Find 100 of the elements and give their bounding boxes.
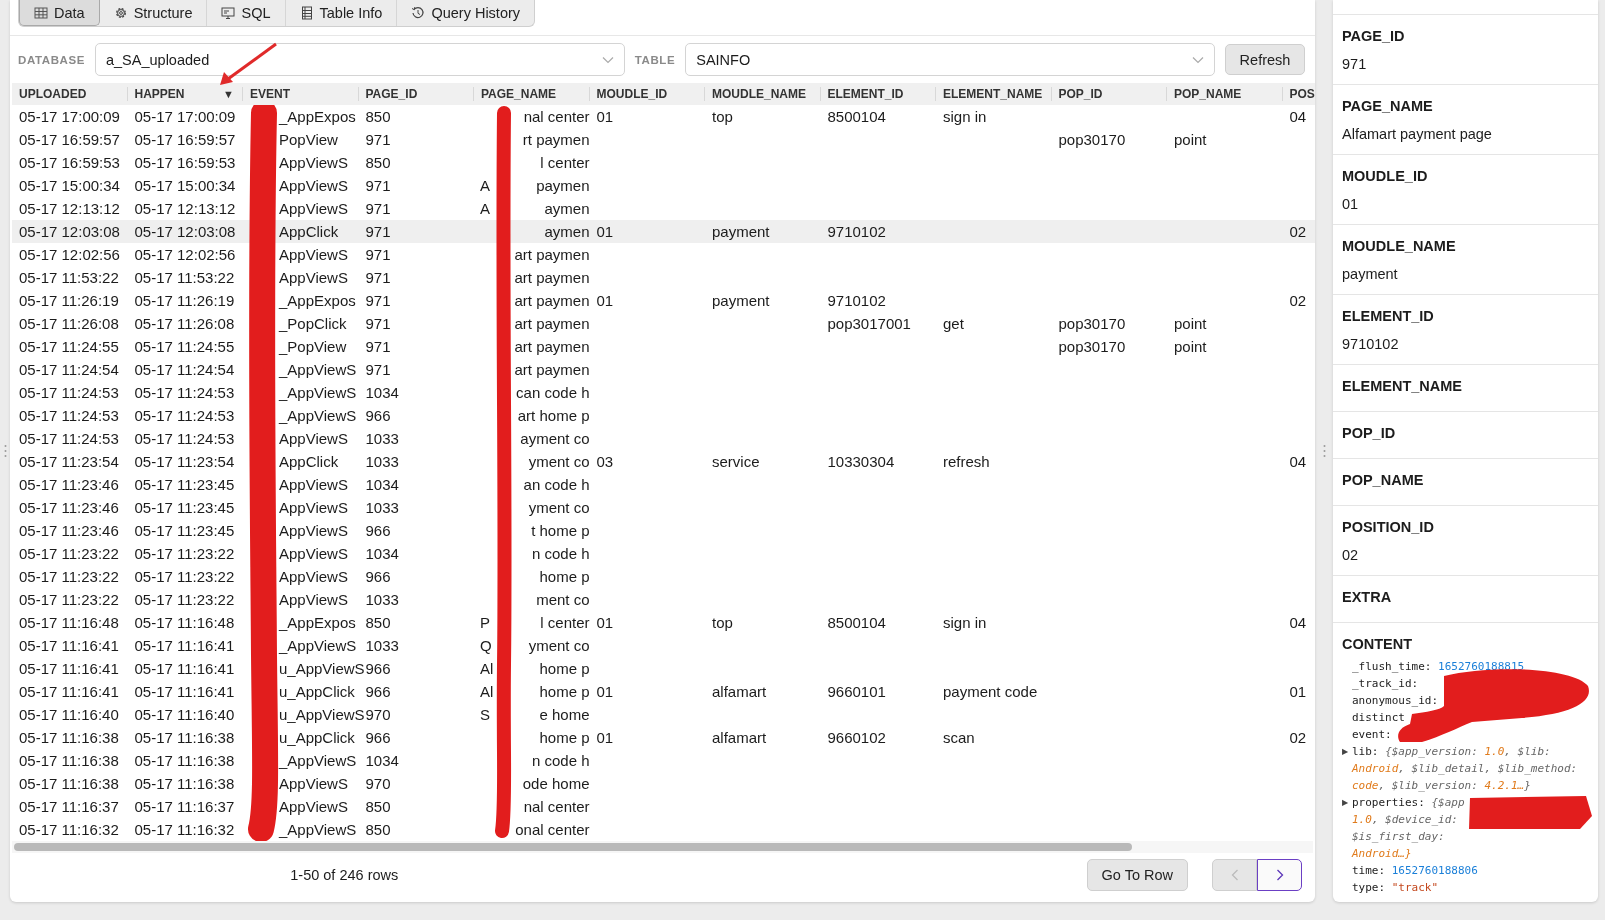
table-cell-text: 05-17 16:59:57 [133, 131, 236, 148]
table-cell-text: 05-17 11:16:32 [18, 821, 119, 838]
table-row[interactable]: 05-17 11:24:53 05-17 11:24:53 AppViewS 1033 ayment co [12, 427, 1315, 450]
table-cell-text: _AppExpos [277, 108, 356, 125]
table-cell-text: 05-17 11:16:38 [18, 752, 119, 769]
table-cell-text: 1033 [364, 637, 399, 654]
tab[interactable]: Query History [397, 0, 535, 26]
table-row[interactable]: 05-17 11:16:40 05-17 11:16:40 u_AppViewS970 S e home [12, 703, 1315, 726]
table-cell-text: 05-17 11:23:54 [133, 453, 235, 470]
code-line: _flush_time: 1652760188815 [1352, 660, 1525, 673]
table-row[interactable]: 05-17 16:59:57 05-17 16:59:57 PopView 971 rt paymen pop30170 point [12, 128, 1315, 151]
column-header[interactable]: HAPPEN [134, 87, 185, 101]
table-row[interactable]: 05-17 11:16:38 05-17 11:16:38 _AppViewS 1034 n code h [12, 749, 1315, 772]
column-header[interactable]: POP_ID [1051, 87, 1167, 101]
column-header[interactable]: ELEMENT_ID [820, 87, 936, 101]
table-row[interactable]: 05-17 12:13:12 05-17 12:13:12 AppViewS 971 A aymen [12, 197, 1315, 220]
column-header[interactable]: MOUDLE_ID [589, 87, 705, 101]
table-row[interactable]: 05-17 11:24:53 05-17 11:24:53 _AppViewS 1034 can code h [12, 381, 1315, 404]
table-row[interactable]: 05-17 11:16:38 05-17 11:16:38 AppViewS 970 ode home [12, 772, 1315, 795]
table-cell: home p [539, 660, 590, 677]
tab[interactable]: Table Info [285, 0, 398, 26]
table-row[interactable]: 05-17 12:03:08 05-17 12:03:08 AppClick 971 aymen 01 payment 9710102 02 [12, 220, 1315, 243]
chevron-down-icon [1192, 55, 1204, 64]
drag-handle-icon[interactable] [1322, 444, 1326, 458]
column-header[interactable]: POS [1282, 87, 1313, 101]
column-header[interactable]: PAGE_NAME [474, 87, 590, 101]
table-cell-text: 05-17 11:23:46 [18, 499, 119, 516]
table-row[interactable]: 05-17 11:23:22 05-17 11:23:22 AppViewS 1033 ment co [12, 588, 1315, 611]
column-header[interactable]: UPLOADED [12, 87, 128, 101]
table-cell-text: 02 [1288, 223, 1307, 240]
table-cell-text: service [711, 453, 760, 470]
table-cell-text: AppViewS [278, 154, 348, 171]
table-row[interactable]: 05-17 11:23:46 05-17 11:23:45 AppViewS 1033 yment co [12, 496, 1315, 519]
table-cell: yment co [528, 499, 590, 516]
column-header[interactable]: PAGE_ID [358, 87, 474, 101]
horizontal-scrollbar[interactable] [12, 841, 1313, 853]
drag-handle-icon[interactable] [3, 444, 7, 458]
table-row[interactable]: 05-17 17:00:09 05-17 17:00:09 _AppExpos 850 nal center 01 top 8500104 sign in 04 [12, 105, 1315, 128]
table-cell: nal center [523, 108, 590, 125]
table-row[interactable]: 05-17 11:24:55 05-17 11:24:55 _PopView 971 art paymen pop30170 point [12, 335, 1315, 358]
sort-indicator[interactable]: ▼ [223, 88, 242, 100]
table-row[interactable]: 05-17 11:26:19 05-17 11:26:19 _AppExpos 971 art paymen 01 payment 9710102 02 [12, 289, 1315, 312]
table-row[interactable]: 05-17 11:23:54 05-17 11:23:54 AppClick 1033 yment co 03 service 10330304 refresh 04 [12, 450, 1315, 473]
table-row[interactable]: 05-17 11:16:32 05-17 11:16:32 _AppViewS 850 onal center [12, 818, 1315, 841]
column-header[interactable]: EVENT [243, 87, 359, 101]
table-cell-text: 8500104 [826, 108, 886, 125]
table-cell-text: 05-17 11:23:54 [18, 453, 119, 470]
table-cell: A [480, 177, 490, 194]
table-cell-text: alfamart [711, 683, 767, 700]
table-row[interactable]: 05-17 11:26:08 05-17 11:26:08 _PopClick 971 art paymen pop3017001 get pop30170 point [12, 312, 1315, 335]
tab[interactable]: Data [19, 0, 100, 26]
table-row[interactable]: 05-17 11:53:22 05-17 11:53:22 AppViewS 971 art paymen [12, 266, 1315, 289]
table-row[interactable]: 05-17 11:16:41 05-17 11:16:41 u_AppClick 966 Al home p 01 alfamart 9660101 payment code 01 [12, 680, 1315, 703]
table-cell-text: 1033 [364, 499, 399, 516]
table-row[interactable]: 05-17 11:23:46 05-17 11:23:45 AppViewS 1034 an code h [12, 473, 1315, 496]
tab[interactable]: SQL [207, 0, 286, 26]
table-cell-text: 05-17 16:59:53 [133, 154, 236, 171]
table-cell-text: 01 [595, 108, 614, 125]
table-cell: n code h [531, 752, 590, 769]
table-cell: Al [480, 660, 494, 677]
refresh-button[interactable]: Refresh [1225, 44, 1305, 75]
table-row[interactable]: 05-17 11:23:22 05-17 11:23:22 AppViewS 966 home p [12, 565, 1315, 588]
dropdown[interactable]: SAINFO [685, 43, 1215, 76]
table-row[interactable]: 05-17 11:16:41 05-17 11:16:41 _AppViewS 1033 Q yment co [12, 634, 1315, 657]
table-row[interactable]: 05-17 11:16:48 05-17 11:16:48 _AppExpos 850 P l center 01 top 8500104 sign in 04 [12, 611, 1315, 634]
table-row[interactable]: 05-17 12:02:56 05-17 12:02:56 AppViewS 971 art paymen [12, 243, 1315, 266]
table-cell-text: _AppExpos [277, 614, 356, 631]
table-row[interactable]: 05-17 11:16:37 05-17 11:16:37 AppViewS 850 nal center [12, 795, 1315, 818]
table-cell-text: 05-17 11:23:22 [133, 568, 235, 585]
table-cell: l center [540, 154, 590, 171]
column-header[interactable]: POP_NAME [1167, 87, 1283, 101]
table-row[interactable]: 05-17 11:24:53 05-17 11:24:53 _AppViewS 966 art home p [12, 404, 1315, 427]
table-cell-text: 05-17 16:59:57 [18, 131, 120, 148]
table-cell-text: 01 [595, 223, 614, 240]
field-label: PAGE_ID [1342, 27, 1406, 46]
table-row[interactable]: 05-17 11:23:46 05-17 11:23:45 AppViewS 966 t home p [12, 519, 1315, 542]
table-row[interactable]: 05-17 15:00:34 05-17 15:00:34 AppViewS 971 A paymen [12, 174, 1315, 197]
column-header[interactable]: ELEMENT_NAME [936, 87, 1052, 101]
table-cell-text: 9660102 [826, 729, 886, 746]
table-row[interactable]: 05-17 11:23:22 05-17 11:23:22 AppViewS 1034 n code h [12, 542, 1315, 565]
table-row[interactable]: 05-17 11:16:38 05-17 11:16:38 u_AppClick 966 home p 01 alfamart 9660102 scan 02 [12, 726, 1315, 749]
table-cell-text: 05-17 11:16:48 [133, 614, 235, 631]
table-row[interactable]: 05-17 11:16:41 05-17 11:16:41 u_AppViewS966 Al home p [12, 657, 1315, 680]
table-cell-text: 01 [595, 729, 614, 746]
code-line: _track_id: [1352, 677, 1419, 690]
table-row[interactable]: 05-17 11:24:54 05-17 11:24:54 _AppViewS 971 art paymen [12, 358, 1315, 381]
table-row[interactable]: 05-17 16:59:53 05-17 16:59:53 AppViewS 850 l center [12, 151, 1315, 174]
history-icon [411, 6, 426, 20]
column-header[interactable]: MOUDLE_NAME [705, 87, 821, 101]
expand-caret[interactable]: ▶ [1342, 747, 1348, 756]
go-to-row-button[interactable]: Go To Row [1086, 859, 1188, 891]
next-page-button[interactable] [1257, 859, 1302, 891]
table-cell-text: _PopClick [277, 315, 347, 332]
code-line: type: "track" [1352, 881, 1439, 894]
tab[interactable]: Structure [99, 0, 208, 26]
dropdown[interactable]: a_SA_uploaded [95, 43, 625, 76]
table-cell-text: 05-17 11:24:53 [18, 384, 119, 401]
code-line: 1.0, $device_id: [1352, 813, 1458, 826]
code-line: $is_first_day: [1352, 830, 1445, 843]
expand-caret[interactable]: ▶ [1342, 798, 1348, 807]
